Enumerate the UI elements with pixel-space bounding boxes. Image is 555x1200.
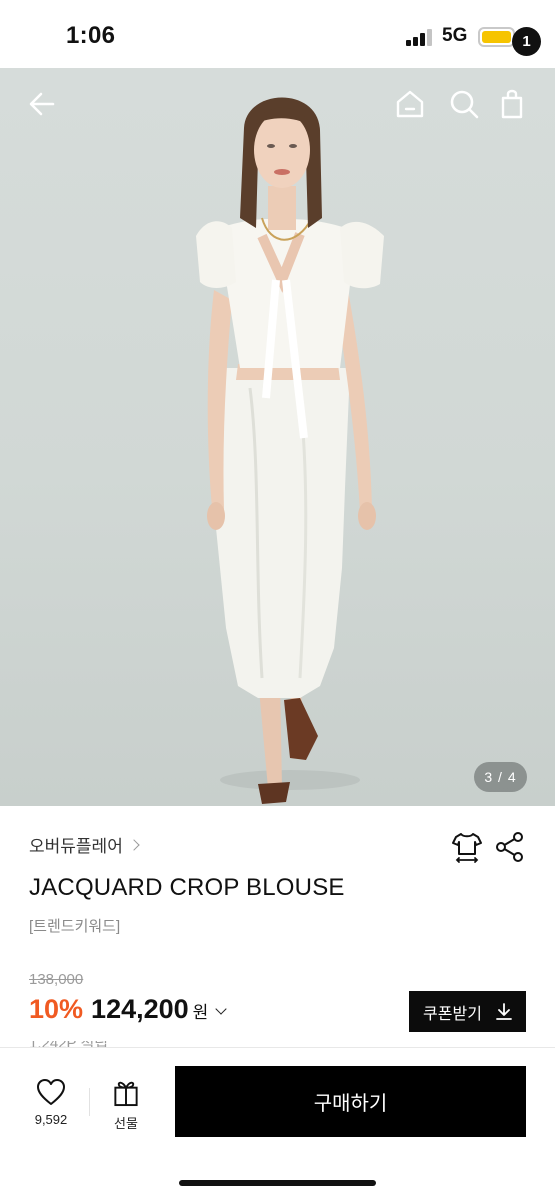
keyword-tag: [트렌드키워드] xyxy=(29,918,121,935)
signal-strength-icon xyxy=(406,29,433,46)
chevron-right-icon xyxy=(128,838,140,851)
brand-name: 오버듀플레어 xyxy=(29,837,123,856)
gift-label: 선물 xyxy=(114,1116,138,1131)
download-icon xyxy=(496,1002,512,1020)
sale-price: 124,200 xyxy=(91,994,189,1024)
action-divider xyxy=(89,1088,90,1116)
cart-count-badge: 1 xyxy=(512,27,541,56)
coupon-download-button[interactable]: 쿠폰받기 xyxy=(409,991,526,1032)
shirt-size-icon xyxy=(452,833,482,863)
product-image-gallery[interactable]: 3 / 4 xyxy=(0,68,555,806)
search-button[interactable] xyxy=(444,84,484,124)
battery-icon xyxy=(478,27,515,47)
like-count: 9,592 xyxy=(34,1112,68,1127)
price-details-toggle[interactable]: 10% 124,200 원 xyxy=(29,994,227,1025)
home-icon xyxy=(396,90,424,118)
gallery-page-indicator: 3 / 4 xyxy=(474,762,527,792)
gift-icon xyxy=(114,1081,138,1107)
share-button[interactable] xyxy=(494,831,526,863)
status-time: 1:06 xyxy=(66,22,116,49)
currency-unit: 원 xyxy=(192,1003,209,1022)
search-icon xyxy=(450,90,479,119)
cart-button[interactable] xyxy=(494,84,534,124)
buy-button[interactable]: 구매하기 xyxy=(175,1066,526,1137)
like-button[interactable]: 9,592 xyxy=(22,1078,80,1132)
home-button[interactable] xyxy=(390,84,430,124)
shopping-bag-icon xyxy=(501,89,523,119)
product-name: JACQUARD CROP BLOUSE xyxy=(29,874,345,901)
discount-rate: 10% xyxy=(29,994,84,1024)
product-photo xyxy=(196,97,384,804)
chevron-down-icon xyxy=(215,1003,227,1015)
status-bar: 1:06 5G xyxy=(0,0,555,68)
heart-icon xyxy=(37,1079,65,1105)
share-icon xyxy=(496,832,523,862)
back-button[interactable] xyxy=(22,84,62,124)
back-arrow-icon xyxy=(29,92,55,116)
original-price: 138,000 xyxy=(29,971,84,988)
home-indicator xyxy=(179,1180,376,1186)
coupon-label: 쿠폰받기 xyxy=(423,1005,482,1023)
gift-button[interactable]: 선물 xyxy=(101,1078,151,1132)
network-label: 5G xyxy=(442,25,468,46)
brand-link[interactable]: 오버듀플레어 xyxy=(29,832,140,857)
size-guide-button[interactable] xyxy=(450,830,484,864)
